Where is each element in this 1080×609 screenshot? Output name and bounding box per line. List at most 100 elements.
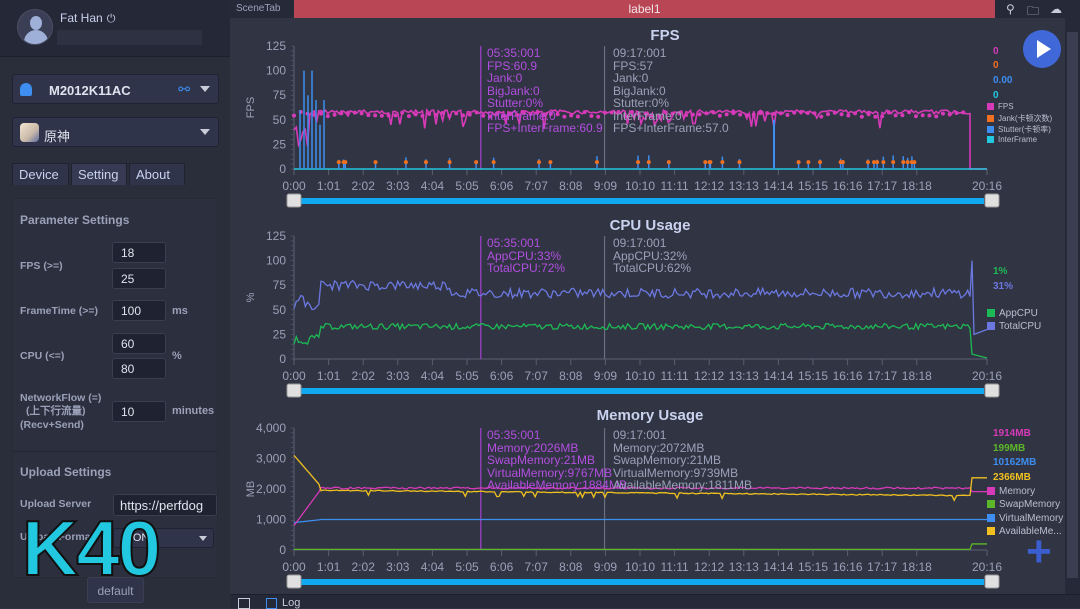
y-tick-label: 0 [279,352,286,366]
y-tick-label: 25 [273,137,287,151]
x-tick-label: 20:16 [972,179,1002,193]
range-slider-right-handle [984,383,1000,398]
jank-point [707,160,712,165]
memory-marker-a-info: 05:35:001 Memory:2026MB SwapMemory:21MB … [487,429,627,492]
y-tick-label: 100 [266,254,286,268]
legend-totalcpu[interactable]: TotalCPU [987,321,1041,332]
expand-toggle-icon[interactable] [238,598,250,609]
fps-point [602,110,607,115]
play-button[interactable] [1023,30,1061,68]
legend-label: Memory [999,486,1036,497]
fps-point [461,113,465,118]
x-tick-label: 12:12 [694,179,724,193]
x-tick-label: 4:04 [421,179,445,193]
fps-point [427,111,432,116]
fps-point [379,113,384,118]
legend-label: Jank(卡顿次数) [998,114,1053,123]
jank-current-value: 0 [993,60,999,71]
legend-swatch [987,115,994,122]
fps-marker-a-info: 05:35:001 FPS:60.9 Jank:0 BigJank:0 Stut… [487,47,603,135]
x-tick-label: 17:17 [867,369,897,383]
fps-point [954,111,959,116]
fps-point [359,111,364,116]
x-tick-label: 9:09 [594,179,618,193]
fps-point [900,113,905,118]
legend-fps[interactable]: FPS [987,102,1014,111]
y-tick-label: 3,000 [256,452,286,466]
fps-point [352,110,357,115]
x-tick-label: 7:07 [525,179,549,193]
fps-point [731,111,736,116]
fps-point [765,111,770,116]
fps-point [785,112,790,117]
x-tick-label: 5:05 [455,560,479,574]
jank-point [666,160,671,165]
fps-point [880,114,885,119]
x-tick-label: 12:12 [694,560,724,574]
fps-point [812,111,817,116]
x-tick-label: 3:03 [386,369,410,383]
jank-point [423,160,428,165]
legend-swap[interactable]: SwapMemory [987,499,1060,510]
log-label: Log [282,597,301,609]
x-tick-label: 16:16 [833,369,863,383]
jank-point [491,160,496,165]
x-tick-label: 3:03 [386,179,410,193]
marker-a-value: FPS+InterFrame:60.9 [487,121,603,135]
fps-point [940,111,945,116]
legend-jank[interactable]: Jank(卡顿次数) [987,113,1052,124]
y-tick-label: 50 [273,303,287,317]
fps-point [853,111,858,116]
jank-point [905,160,910,165]
legend-virtual[interactable]: VirtualMemory [987,513,1063,524]
fps-point [400,110,405,115]
x-tick-label: 15:15 [798,179,828,193]
x-tick-label: 1:01 [317,179,341,193]
x-tick-label: 13:13 [729,369,759,383]
legend-appcpu[interactable]: AppCPU [987,308,1038,319]
legend-stutter[interactable]: Stutter(卡顿率) [987,124,1051,135]
legend-interframe[interactable]: InterFrame [987,135,1037,144]
cpu-marker-b-info: 09:17:001 AppCPU:32% TotalCPU:62% [613,237,691,275]
jank-point [373,160,378,165]
jank-point [341,160,346,165]
fps-point [454,111,459,116]
legend-label: FPS [998,102,1014,111]
fps-point [339,111,344,116]
y-tick-label: 100 [266,64,286,78]
marker-a-value: AvailableMemory:1884MB [487,478,627,492]
y-tick-label: 1,000 [256,513,286,527]
fps-point [440,110,445,115]
bottom-bar: Log [230,594,1080,609]
x-tick-label: 1:01 [317,369,341,383]
marker-a-time: 05:35:001 [487,46,541,60]
legend-label: TotalCPU [999,321,1042,332]
add-chart-button[interactable]: + [1026,530,1052,574]
x-tick-label: 4:04 [421,369,445,383]
marker-b-value: TotalCPU:62% [613,261,692,275]
log-checkbox[interactable] [266,598,277,609]
x-tick-label: 2:02 [352,369,376,383]
legend-memory[interactable]: Memory [987,486,1035,497]
marker-b-value: AvailableMemory:1811MB [613,478,752,492]
y-tick-label: 0 [279,162,286,176]
x-tick-label: 13:13 [729,560,759,574]
fps-point [467,112,472,117]
stutter-current-value: 0.00 [993,75,1013,86]
fps-point [413,112,418,117]
y-tick-label: 125 [266,39,286,53]
range-slider-left-handle [286,574,302,589]
jank-point [909,160,914,165]
jank-point [537,160,542,165]
jank-point [636,160,641,165]
fps-current-value: 0 [993,46,999,57]
appcpu-series-line [293,321,988,359]
fps-point [805,110,810,115]
x-tick-label: 1:01 [317,560,341,574]
marker-a-value: Stutter:0% [487,96,544,110]
x-tick-label: 8:08 [559,560,583,574]
range-slider-left-handle [286,383,302,398]
fps-point [819,114,824,119]
fps-point [474,110,479,115]
x-tick-label: 4:04 [421,560,445,574]
